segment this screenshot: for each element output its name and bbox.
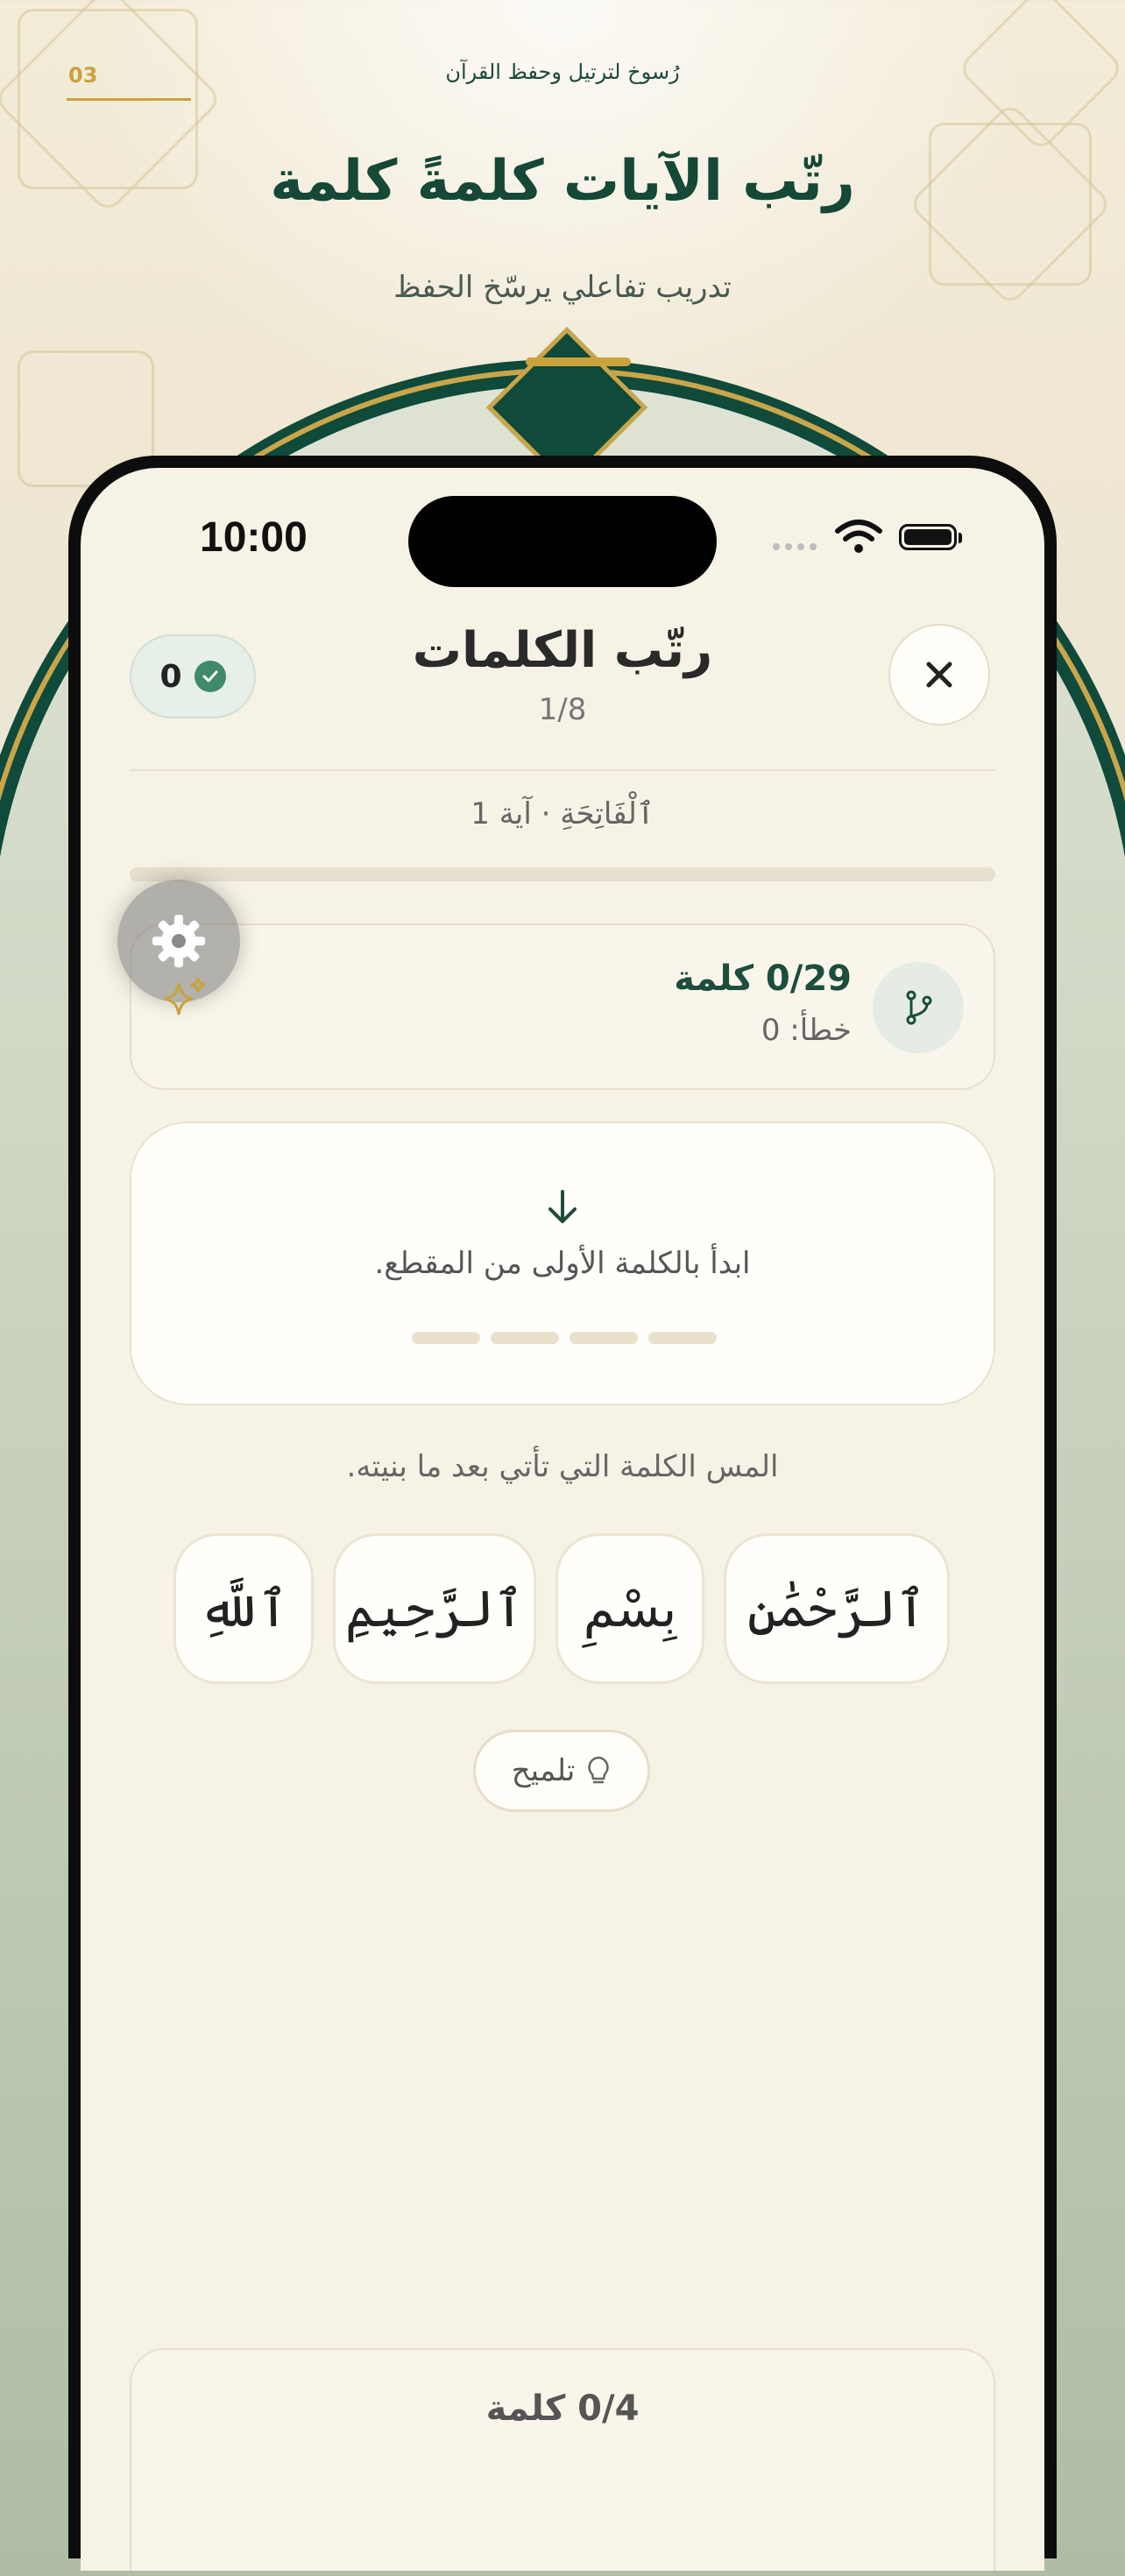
close-icon — [926, 662, 952, 688]
progress-counter: 1/8 — [538, 692, 587, 727]
placeholder-dashes — [412, 1332, 717, 1344]
progress-track — [130, 867, 995, 881]
dynamic-island — [408, 496, 717, 587]
segment-progress-card: 0/4 كلمة — [130, 2348, 995, 2571]
word-choice[interactable]: ٱلرَّحِيمِ — [333, 1533, 536, 1684]
stats-card: 0/29 كلمة خطأ: 0 — [130, 924, 995, 1090]
instruction-text: المس الكلمة التي تأتي بعد ما بنيته. — [346, 1449, 779, 1484]
word-choice[interactable]: بِسْمِ — [555, 1533, 704, 1684]
correct-count: 0 — [159, 658, 182, 695]
brand-name: رُسوخ لترتيل وحفظ القرآن — [445, 60, 680, 84]
signal-icon — [773, 543, 817, 550]
word-choice[interactable]: ٱلرَّحْمَٰنِ — [724, 1533, 950, 1684]
lightbulb-icon — [588, 1756, 609, 1784]
close-button[interactable] — [888, 624, 990, 725]
screen-title: رتّب الكلمات — [412, 622, 713, 679]
surah-label: ٱلْفَاتِحَةِ · آية 1 — [471, 796, 654, 832]
arrow-down-icon — [548, 1190, 577, 1223]
gear-icon — [152, 915, 205, 967]
hint-label: تلميح — [511, 1753, 576, 1788]
sparkle-icon — [164, 977, 206, 1016]
answer-drop-zone: ابدأ بالكلمة الأولى من المقطع. — [130, 1122, 995, 1405]
gold-accent-bar — [526, 357, 631, 366]
segment-words-progress: 0/4 كلمة — [485, 2388, 640, 2429]
wifi-icon — [835, 520, 882, 553]
branch-icon — [873, 962, 964, 1053]
battery-icon — [899, 524, 957, 550]
words-progress: 0/29 كلمة — [674, 959, 852, 999]
mistakes-count: خطأ: 0 — [761, 1013, 852, 1048]
step-underline — [67, 98, 191, 101]
header-divider — [130, 769, 995, 771]
battery-tip — [959, 533, 962, 543]
status-time: 10:00 — [200, 514, 308, 561]
phone-screen: 10:00 0 رتّب الكلمات 1/8 ٱلْفَاتِحَةِ · … — [81, 468, 1044, 2571]
hint-button[interactable]: تلميح — [473, 1730, 650, 1812]
word-choice[interactable]: ٱللَّهِ — [173, 1533, 314, 1684]
subheadline: تدريب تفاعلي يرسّخ الحفظ — [393, 270, 732, 305]
headline: رتّب الآيات كلمةً كلمة — [270, 149, 855, 214]
check-icon — [194, 661, 226, 692]
correct-count-badge: 0 — [130, 634, 256, 718]
drop-zone-prompt: ابدأ بالكلمة الأولى من المقطع. — [374, 1246, 751, 1281]
